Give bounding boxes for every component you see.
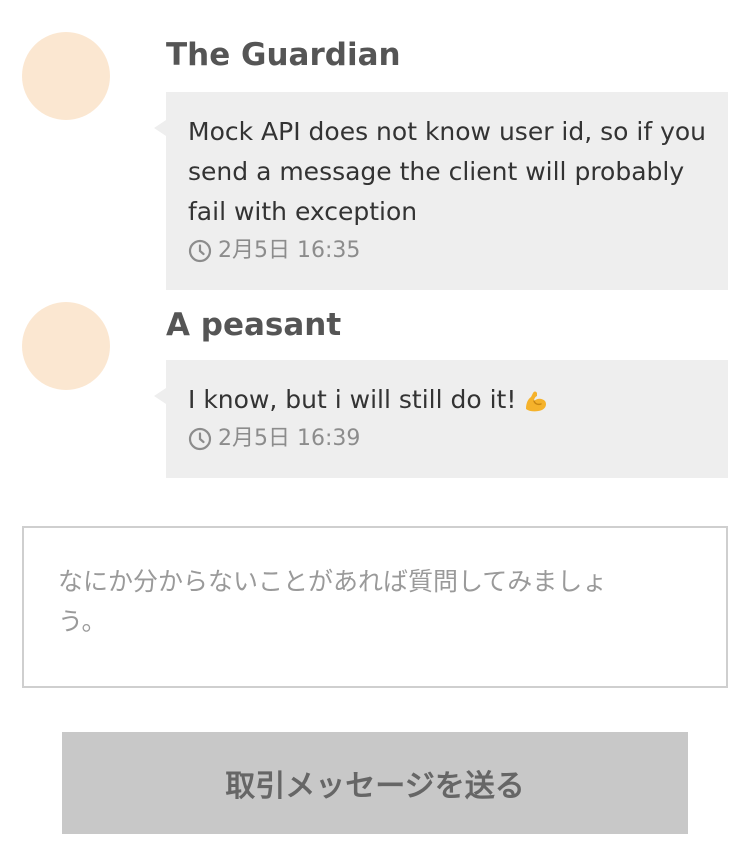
- message-input[interactable]: [24, 528, 726, 686]
- message-timestamp: 2月5日 16:39: [188, 424, 708, 454]
- avatar[interactable]: [22, 302, 110, 390]
- message-timestamp: 2月5日 16:35: [188, 236, 708, 266]
- message-text: Mock API does not know user id, so if yo…: [188, 117, 707, 226]
- clock-icon: [188, 239, 212, 263]
- message-bubble: I know, but i will still do it! 2月5日 16:…: [154, 360, 728, 478]
- timestamp-text: 2月5日 16:39: [218, 426, 361, 451]
- sender-name: The Guardian: [166, 37, 401, 73]
- flexed-biceps-icon: [526, 391, 547, 412]
- timestamp-text: 2月5日 16:35: [218, 238, 361, 263]
- message-bubble: Mock API does not know user id, so if yo…: [154, 92, 728, 290]
- send-message-button[interactable]: 取引メッセージを送る: [62, 732, 688, 834]
- message-text: I know, but i will still do it!: [188, 385, 517, 414]
- sender-name: A peasant: [166, 307, 342, 343]
- clock-icon: [188, 427, 212, 451]
- message-text-line: I know, but i will still do it!: [188, 380, 708, 420]
- message-compose: [22, 526, 728, 688]
- avatar[interactable]: [22, 32, 110, 120]
